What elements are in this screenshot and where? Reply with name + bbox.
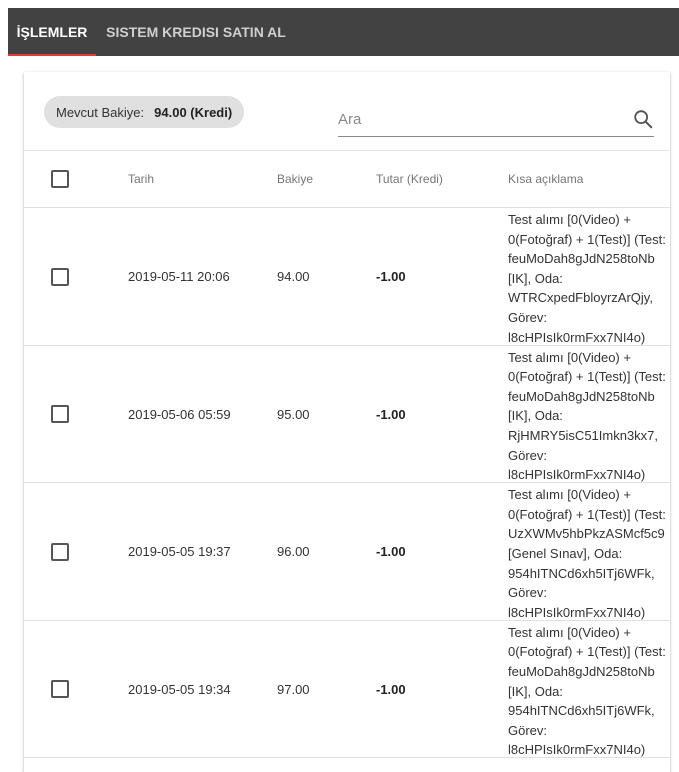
cell-balance: 97.00 (277, 681, 310, 697)
description-line: 954hITNCd6xh5ITj6WFk, (508, 703, 655, 719)
table-row[interactable]: 2019-05-06 05:59 95.00 -1.00 Test alımı [0(… (24, 346, 670, 484)
description-line: Test alımı [0(Video) + (508, 212, 631, 227)
cell-balance: 94.00 (277, 269, 310, 284)
header-checkbox-cell (51, 151, 69, 207)
balance-label: Mevcut Bakiye: (56, 104, 145, 120)
description-line: feuMoDah8gJdN258toNb (508, 663, 655, 679)
table-header-row: Tarih Bakiye Tutar (Kredi) Kısa açıklama (24, 151, 670, 208)
cell-date: 2019-05-05 19:37 (128, 544, 231, 560)
cell-date: 2019-05-11 20:06 (128, 269, 230, 284)
description-line: WTRCxpedFbloyrzArQjy, (508, 290, 653, 306)
description-line: Görev: (508, 585, 548, 601)
table-body: 2019-05-11 20:06 94.00 -1.00 Test alımı [0(… (24, 208, 670, 759)
row-checkbox-cell (51, 208, 69, 345)
transactions-table: Tarih Bakiye Tutar (Kredi) Kısa açıklama… (24, 151, 670, 759)
cell-date: 2019-05-05 19:34 (128, 681, 231, 697)
row-checkbox[interactable] (51, 405, 69, 424)
tab-islemler[interactable]: İŞLEMLER (8, 8, 96, 56)
description-line: 954hITNCd6xh5ITj6WFk, (508, 565, 655, 581)
description-line: 0(Fotoğraf) + 1(Test)] (Test: (508, 231, 666, 247)
row-checkbox[interactable] (51, 267, 69, 286)
cell-description: Test alımı [0(Video) + 0(Fotoğraf) + 1(Te… (508, 346, 670, 483)
cell-description: Test alımı [0(Video) + 0(Fotoğraf) + 1(Te… (508, 208, 670, 345)
description-line: [IK], Oda: (508, 408, 563, 424)
description-line: [IK], Oda: (508, 270, 563, 286)
cell-amount: -1.00 (376, 681, 406, 697)
cell-balance: 96.00 (277, 544, 310, 560)
search-icon[interactable] (632, 108, 654, 130)
description-line: Görev: (508, 447, 548, 463)
cell-amount: -1.00 (376, 269, 406, 284)
select-all-checkbox[interactable] (51, 170, 69, 188)
description-line: Test alımı [0(Video) + (508, 624, 631, 640)
description-line: feuMoDah8gJdN258toNb (508, 388, 655, 404)
row-checkbox-cell (51, 346, 69, 483)
header-date[interactable]: Tarih (128, 151, 268, 207)
description-line: l8cHPIsIk0rmFxx7NI4o) (508, 467, 646, 483)
cell-date: 2019-05-06 05:59 (128, 406, 231, 422)
description-line: 0(Fotoğraf) + 1(Test)] (Test: (508, 644, 666, 660)
description-line: 0(Fotoğraf) + 1(Test)] (Test: (508, 369, 666, 385)
description-line: l8cHPIsIk0rmFxx7NI4o) (508, 742, 646, 758)
cell-amount: -1.00 (376, 406, 406, 422)
description-line: feuMoDah8gJdN258toNb (508, 251, 655, 267)
description-line: Görev: (508, 722, 548, 738)
description-line: UzXWMv5hbPkzASMcf5c9 (508, 526, 665, 542)
description-line: Test alımı [0(Video) + (508, 487, 631, 503)
description-line: RjHMRY5isC51Imkn3kx7, (508, 427, 659, 443)
description-line: Test alımı [0(Video) + (508, 349, 631, 365)
search-input[interactable] (338, 108, 618, 130)
transactions-card: Mevcut Bakiye: 94.00 (Kredi) Tarih Bakiy… (24, 72, 670, 772)
tab-bar: İŞLEMLER SISTEM KREDISI SATIN AL (8, 8, 679, 56)
balance-value: 94.00 (Kredi) (154, 104, 233, 120)
row-checkbox[interactable] (51, 680, 69, 699)
description-line: 0(Fotoğraf) + 1(Test)] (Test: (508, 506, 666, 522)
row-checkbox-cell (51, 483, 69, 620)
tab-sistem-kredisi-satin-al[interactable]: SISTEM KREDISI SATIN AL (96, 8, 296, 56)
header-balance[interactable]: Bakiye (277, 151, 367, 207)
description-line: l8cHPIsIk0rmFxx7NI4o) (508, 329, 646, 345)
row-checkbox-cell (51, 621, 69, 758)
active-tab-indicator (8, 54, 96, 56)
cell-description: Test alımı [0(Video) + 0(Fotoğraf) + 1(Te… (508, 483, 670, 620)
description-line: [IK], Oda: (508, 683, 563, 699)
row-checkbox[interactable] (51, 542, 69, 561)
description-line: Görev: (508, 309, 548, 325)
table-row[interactable]: 2019-05-05 19:37 96.00 -1.00 Test alımı [0(… (24, 483, 670, 621)
cell-description: Test alımı [0(Video) + 0(Fotoğraf) + 1(Te… (508, 621, 670, 758)
cell-balance: 95.00 (277, 406, 310, 422)
cell-amount: -1.00 (376, 544, 406, 560)
header-description[interactable]: Kısa açıklama (508, 151, 670, 207)
description-line: [Genel Sınav], Oda: (508, 545, 623, 561)
table-row[interactable]: 2019-05-05 19:34 97.00 -1.00 Test alımı [0(… (24, 621, 670, 759)
header-amount[interactable]: Tutar (Kredi) (376, 151, 496, 207)
balance-chip: Mevcut Bakiye: 94.00 (Kredi) (44, 96, 245, 128)
description-line: l8cHPIsIk0rmFxx7NI4o) (508, 604, 646, 620)
table-row[interactable]: 2019-05-11 20:06 94.00 -1.00 Test alımı [0(… (24, 208, 670, 346)
search-field (338, 102, 654, 137)
